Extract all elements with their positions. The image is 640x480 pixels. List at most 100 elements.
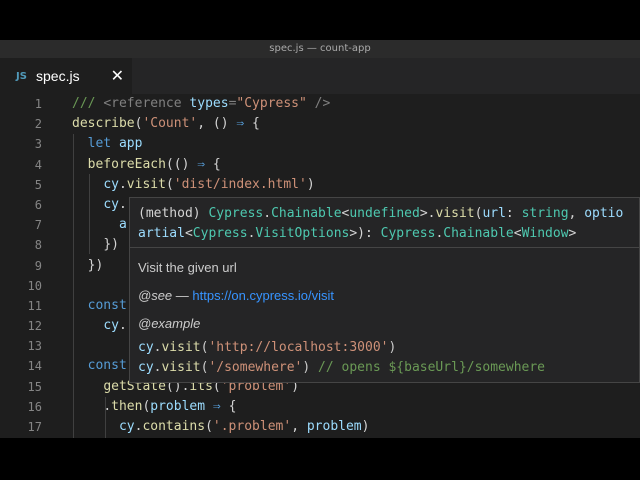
code-line: describe('Count', () ⇒ { <box>72 114 640 134</box>
line-number: 17 <box>27 420 42 434</box>
code-line: cy.contains('.problem', problem) <box>72 417 640 437</box>
code-token: }) <box>103 237 119 253</box>
code-token: visit <box>126 176 166 192</box>
sig-token: undefined <box>349 206 420 221</box>
code-token: { <box>244 116 260 132</box>
code-token: describe <box>72 116 135 132</box>
ex-token: // opens ${baseUrl}/somewhere <box>318 360 546 375</box>
line-number: 7 <box>34 218 42 233</box>
line-number: 3 <box>34 137 42 152</box>
hover-tooltip: (method) Cypress.Chainable<undefined>.vi… <box>129 197 640 383</box>
ex-token: cy <box>138 360 154 375</box>
line-number: 2 <box>34 117 42 132</box>
sig-token: Window <box>521 226 569 241</box>
sig-token: Cypress <box>380 226 436 241</box>
code-token: ( <box>165 176 174 192</box>
code-token: ⇒ <box>197 156 206 172</box>
code-token: then <box>111 398 143 414</box>
example-code: cy.visit('http://localhost:3000') cy.visi… <box>138 338 631 378</box>
sig-token: < <box>513 226 522 241</box>
code-token: cy <box>118 419 135 434</box>
code-token: problem <box>306 419 362 434</box>
ex-token: '/somewhere' <box>208 360 303 375</box>
code-token: cy <box>103 176 119 192</box>
line-number: 14 <box>27 359 42 374</box>
line-number-gutter: 1 2 3 4 5 6 7 8 9 10 11 12 13 14 15 16 1… <box>0 94 48 437</box>
code-token: a <box>118 217 127 233</box>
window-title-bar: spec.js — count-app <box>0 40 640 58</box>
docs-link[interactable]: https://on.cypress.io/visit <box>192 288 334 303</box>
code-token: . <box>118 176 127 192</box>
sig-token: url <box>482 206 506 221</box>
example-line: cy.visit('http://localhost:3000') <box>138 338 631 358</box>
code-token: contains <box>142 419 206 434</box>
sig-token: Chainable <box>271 206 342 221</box>
example-line: cy.visit('/somewhere') // opens ${baseUr… <box>138 358 631 378</box>
code-token: cy <box>103 318 119 334</box>
line-number: 4 <box>34 157 42 172</box>
ex-token: ) <box>302 360 319 375</box>
sig-token: Chainable <box>443 226 514 241</box>
code-line: let app <box>72 134 640 154</box>
hover-example-label: @example <box>138 310 631 338</box>
sig-token: VisitOptions <box>255 226 350 241</box>
hover-documentation: Visit the given url @see — https://on.cy… <box>130 248 639 382</box>
line-number: 1 <box>34 97 42 111</box>
code-line: .then(problem ⇒ { <box>72 397 640 417</box>
sig-token: : <box>505 206 522 221</box>
ex-token: ) <box>388 340 397 355</box>
code-token: beforeEach <box>87 156 166 172</box>
close-icon[interactable]: ✕ <box>111 66 124 86</box>
sig-token: (method) <box>138 206 209 221</box>
code-token: . <box>118 318 127 334</box>
code-token: , <box>291 419 307 434</box>
code-token: ) <box>361 419 370 434</box>
javascript-file-icon: JS <box>16 70 27 82</box>
tab-spec-js[interactable]: JS spec.js ✕ <box>0 58 132 94</box>
code-token: let <box>87 136 112 152</box>
line-number: 10 <box>27 278 42 293</box>
code-token: types <box>181 96 229 111</box>
code-token: "Cypress" <box>236 96 307 111</box>
ex-token: visit <box>161 340 201 355</box>
code-token: <reference <box>103 96 182 111</box>
sig-token: >. <box>419 206 436 221</box>
line-number: 5 <box>34 177 42 192</box>
hover-description: Visit the given url <box>138 260 237 275</box>
ex-token: visit <box>161 360 201 375</box>
see-dash: — <box>172 288 193 303</box>
ex-token: cy <box>138 340 154 355</box>
line-number: 11 <box>27 298 42 313</box>
line-number: 15 <box>27 379 42 394</box>
hover-see-row: @see — https://on.cypress.io/visit <box>138 282 631 310</box>
code-token: ⇒ <box>205 398 229 414</box>
sig-token: Cypress <box>192 226 248 241</box>
code-token: ( <box>205 419 213 434</box>
ex-token: 'http://localhost:3000' <box>208 340 389 355</box>
code-token: const <box>87 297 127 313</box>
line-number: 8 <box>34 238 42 253</box>
sig-token: artial <box>138 226 185 241</box>
signature-line: artial<Cypress.VisitOptions>): Cypress.C… <box>138 224 639 244</box>
sig-token: Cypress <box>208 206 264 221</box>
code-token: . <box>103 398 112 414</box>
hover-signature: (method) Cypress.Chainable<undefined>.vi… <box>130 198 639 248</box>
line-number: 12 <box>27 319 42 334</box>
example-label: @example <box>138 316 201 331</box>
code-token: cy <box>103 196 119 212</box>
tab-bar: JS spec.js ✕ <box>0 58 640 94</box>
code-token: problem <box>150 398 206 414</box>
code-token: }) <box>87 257 104 273</box>
code-token: /// <box>72 96 104 111</box>
tab-label: spec.js <box>36 68 80 84</box>
code-token: app <box>111 136 143 152</box>
sig-token: string <box>521 206 569 221</box>
code-token: /> <box>306 96 331 111</box>
line-number: 9 <box>34 258 42 273</box>
line-number: 13 <box>27 339 42 354</box>
line-number: 16 <box>27 399 42 414</box>
sig-token: > <box>568 226 577 241</box>
code-token: ) <box>306 176 315 192</box>
code-token: { <box>228 398 237 414</box>
code-token: , () <box>197 116 237 132</box>
